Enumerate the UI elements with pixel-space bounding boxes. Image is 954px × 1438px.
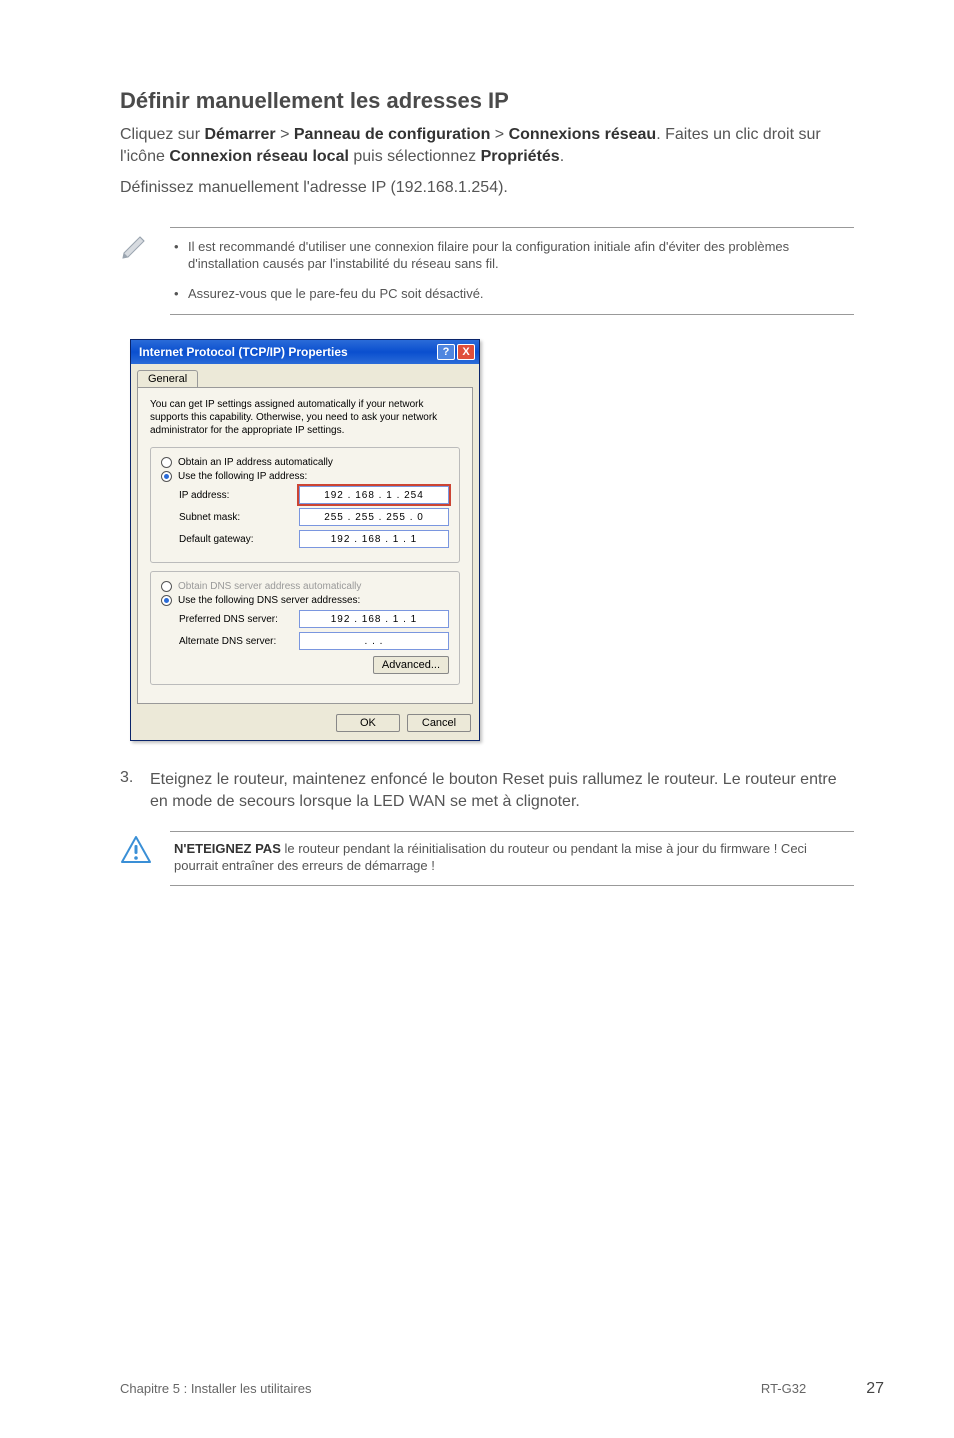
radio-icon bbox=[161, 595, 172, 606]
default-gateway-label: Default gateway: bbox=[179, 534, 254, 545]
page-footer: Chapitre 5 : Installer les utilitaires R… bbox=[120, 1380, 884, 1398]
note-block: Il est recommandé d'utiliser une connexi… bbox=[120, 227, 854, 316]
intro-paragraph-1: Cliquez sur Démarrer > Panneau de config… bbox=[120, 124, 854, 167]
text: > bbox=[490, 126, 508, 143]
intro-paragraph-2: Définissez manuellement l'adresse IP (19… bbox=[120, 177, 854, 199]
text: . bbox=[560, 148, 564, 165]
radio-obtain-dns: Obtain DNS server address automatically bbox=[161, 581, 449, 592]
step-text: Eteignez le routeur, maintenez enfoncé l… bbox=[150, 769, 854, 812]
ip-address-group: Obtain an IP address automatically Use t… bbox=[150, 447, 460, 563]
step-number: 3. bbox=[120, 769, 150, 812]
warning-block: N'ETEIGNEZ PAS le routeur pendant la réi… bbox=[120, 831, 854, 886]
radio-icon bbox=[161, 581, 172, 592]
preferred-dns-label: Preferred DNS server: bbox=[179, 614, 278, 625]
radio-label: Obtain an IP address automatically bbox=[178, 457, 333, 468]
radio-icon bbox=[161, 457, 172, 468]
warning-icon bbox=[120, 852, 152, 869]
properties-label: Propriétés bbox=[481, 148, 560, 165]
ip-address-input[interactable]: 192 . 168 . 1 . 254 bbox=[299, 486, 449, 504]
subnet-mask-label: Subnet mask: bbox=[179, 512, 240, 523]
alternate-dns-input[interactable]: . . . bbox=[299, 632, 449, 650]
dialog-explain-text: You can get IP settings assigned automat… bbox=[150, 398, 460, 437]
help-button[interactable]: ? bbox=[437, 344, 455, 360]
dns-group: Obtain DNS server address automatically … bbox=[150, 571, 460, 685]
radio-label: Obtain DNS server address automatically bbox=[178, 581, 361, 592]
text: puis sélectionnez bbox=[349, 148, 481, 165]
ip-address-label: IP address: bbox=[179, 490, 229, 501]
close-button[interactable]: X bbox=[457, 344, 475, 360]
footer-page-number: 27 bbox=[866, 1380, 884, 1398]
menu-network-connections: Connexions réseau bbox=[509, 126, 657, 143]
dialog-titlebar[interactable]: Internet Protocol (TCP/IP) Properties ? … bbox=[131, 340, 479, 364]
radio-obtain-ip[interactable]: Obtain an IP address automatically bbox=[161, 457, 449, 468]
note-item: Il est recommandé d'utiliser une connexi… bbox=[174, 238, 850, 273]
advanced-button[interactable]: Advanced... bbox=[373, 656, 449, 674]
lan-connection: Connexion réseau local bbox=[169, 148, 349, 165]
radio-use-ip[interactable]: Use the following IP address: bbox=[161, 471, 449, 482]
pencil-icon bbox=[120, 246, 150, 263]
radio-label: Use the following IP address: bbox=[178, 471, 307, 482]
default-gateway-input[interactable]: 192 . 168 . 1 . 1 bbox=[299, 530, 449, 548]
tab-general[interactable]: General bbox=[137, 370, 198, 387]
footer-chapter: Chapitre 5 : Installer les utilitaires bbox=[120, 1381, 311, 1396]
radio-use-dns[interactable]: Use the following DNS server addresses: bbox=[161, 595, 449, 606]
menu-control-panel: Panneau de configuration bbox=[294, 126, 490, 143]
radio-label: Use the following DNS server addresses: bbox=[178, 595, 360, 606]
cancel-button[interactable]: Cancel bbox=[407, 714, 471, 732]
menu-start: Démarrer bbox=[204, 126, 275, 143]
ok-button[interactable]: OK bbox=[336, 714, 400, 732]
preferred-dns-input[interactable]: 192 . 168 . 1 . 1 bbox=[299, 610, 449, 628]
subnet-mask-input[interactable]: 255 . 255 . 255 . 0 bbox=[299, 508, 449, 526]
section-heading: Définir manuellement les adresses IP bbox=[120, 88, 854, 114]
footer-model: RT-G32 bbox=[761, 1381, 806, 1396]
alternate-dns-label: Alternate DNS server: bbox=[179, 636, 276, 647]
step-3: 3. Eteignez le routeur, maintenez enfonc… bbox=[120, 769, 854, 812]
note-item: Assurez-vous que le pare-feu du PC soit … bbox=[174, 285, 850, 303]
radio-icon bbox=[161, 471, 172, 482]
warning-emphasis: N'ETEIGNEZ PAS bbox=[174, 841, 281, 856]
text: > bbox=[276, 126, 294, 143]
text: Cliquez sur bbox=[120, 126, 204, 143]
tcpip-properties-dialog: Internet Protocol (TCP/IP) Properties ? … bbox=[130, 339, 480, 741]
dialog-title: Internet Protocol (TCP/IP) Properties bbox=[139, 345, 348, 359]
